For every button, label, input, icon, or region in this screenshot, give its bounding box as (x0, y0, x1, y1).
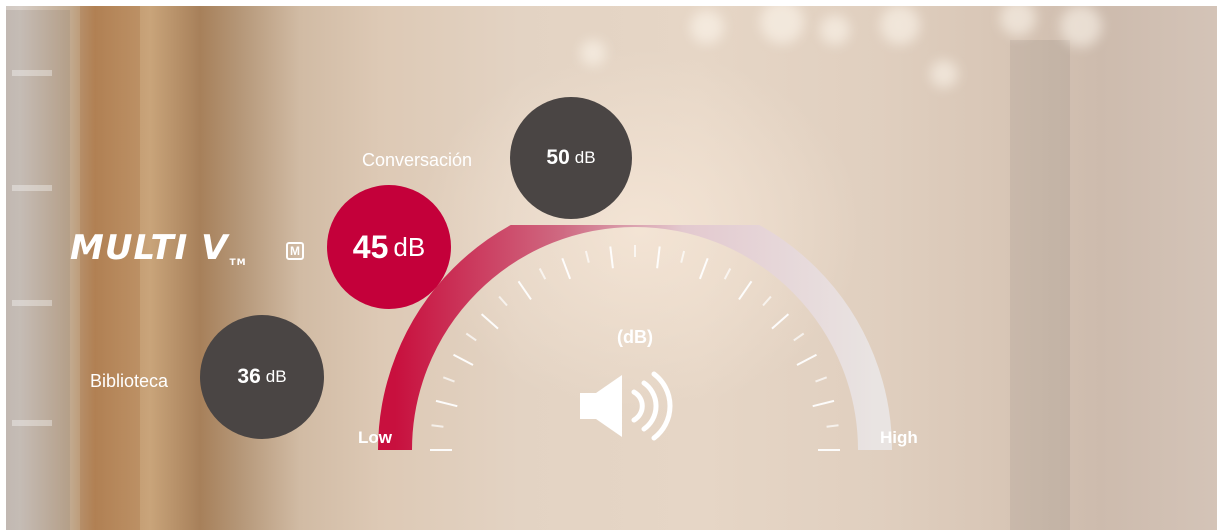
bokeh-light (580, 40, 606, 66)
gauge-tick (584, 250, 590, 263)
top-border (0, 0, 1223, 6)
trademark-mark: TM (229, 258, 247, 268)
gauge-tick (771, 313, 790, 330)
gauge-tick (538, 268, 547, 280)
gauge-tick (698, 257, 709, 280)
library-value: 36 (237, 365, 261, 388)
left-border (0, 0, 6, 530)
gauge-tick (498, 295, 508, 307)
multi-v-unit: dB (393, 231, 426, 262)
gauge-high-label: High (880, 428, 918, 447)
gauge-tick (656, 246, 661, 269)
gauge-tick (738, 280, 753, 300)
gauge-tick (517, 280, 532, 300)
gauge-tick (480, 313, 499, 330)
library-unit: dB (265, 367, 287, 386)
bokeh-light (820, 15, 850, 45)
gauge-tick (561, 257, 572, 280)
conversation-label: Conversación (362, 150, 473, 170)
gauge-tick (793, 332, 805, 342)
shelf-line (12, 185, 52, 191)
multi-v-value: 45 (352, 228, 389, 265)
bokeh-light (1060, 5, 1102, 47)
person-silhouette (1010, 40, 1070, 530)
shelf-line (12, 70, 52, 76)
gauge-tick (680, 250, 686, 263)
model-badge: M (286, 242, 304, 260)
gauge-tick (435, 399, 458, 408)
multi-v-level-bubble: 45 dB (327, 185, 451, 309)
gauge-tick (453, 353, 474, 366)
bokeh-light (930, 60, 958, 88)
conversation-unit: dB (574, 148, 596, 167)
gauge-tick (609, 246, 614, 269)
gauge-tick (465, 332, 477, 342)
library-label: Biblioteca (90, 371, 169, 391)
gauge-tick (431, 424, 444, 428)
shelf-line (12, 300, 52, 306)
bokeh-light (880, 5, 920, 45)
speaker-volume-icon (580, 371, 673, 441)
conversation-level-bubble: 50 dB (510, 97, 632, 219)
bokeh-light (690, 10, 724, 44)
gauge-tick (796, 353, 817, 366)
gauge-low-label: Low (358, 428, 393, 447)
multi-v-logo: MULTI VTM (70, 228, 247, 268)
shelf-line (12, 420, 52, 426)
multi-v-logo-text: MULTI V (70, 228, 229, 268)
conversation-value: 50 (546, 146, 570, 169)
gauge-unit-label: (dB) (617, 327, 653, 347)
bokeh-light (760, 0, 804, 44)
bookshelf-left (0, 10, 70, 530)
gauge-tick (815, 376, 828, 383)
gauge-tick (723, 268, 732, 280)
gauge-tick (442, 376, 455, 383)
gauge-tick (762, 295, 772, 307)
gauge-tick (826, 424, 839, 428)
library-level-bubble: 36 dB (200, 315, 324, 439)
gauge-tick (812, 399, 835, 408)
right-border (1217, 0, 1223, 530)
